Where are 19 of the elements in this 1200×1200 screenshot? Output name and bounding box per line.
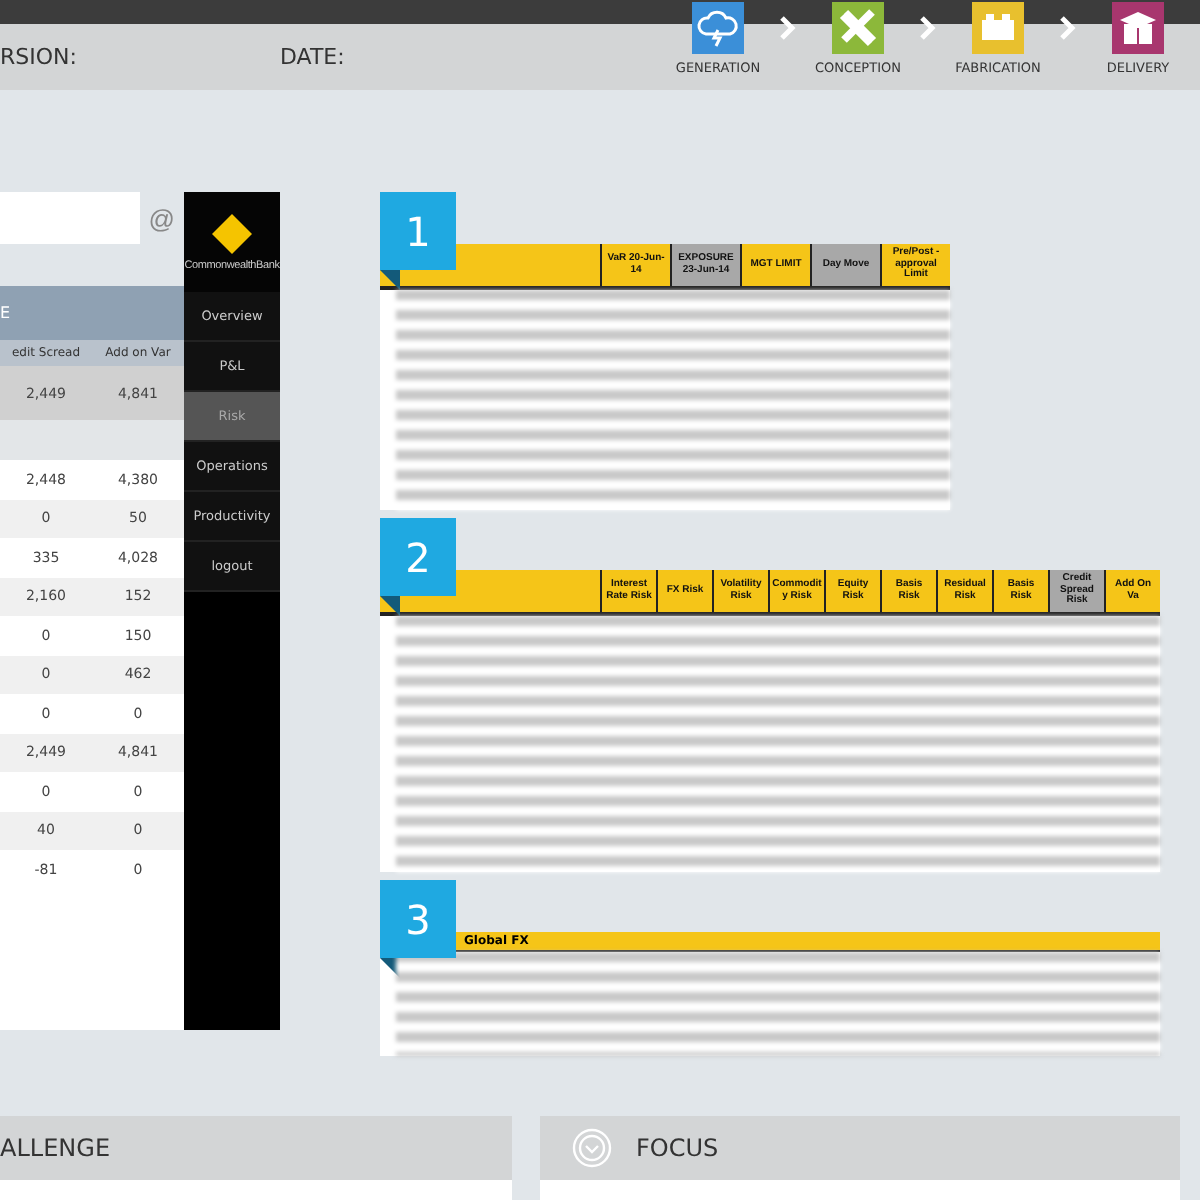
date-label: DATE: xyxy=(280,44,345,70)
search-field[interactable] xyxy=(0,192,140,244)
card-title: ALLENGE xyxy=(0,1134,111,1162)
target-icon xyxy=(572,1128,612,1168)
chevron-icon xyxy=(1060,16,1076,40)
blocks-icon[interactable] xyxy=(972,2,1024,54)
number-badge: 3 xyxy=(380,880,456,958)
card-title: FOCUS xyxy=(636,1134,719,1162)
diamond-logo-icon xyxy=(212,213,252,253)
chevron-icon xyxy=(780,16,796,40)
number-badge: 2 xyxy=(380,518,456,596)
corner-fold-icon xyxy=(380,596,400,616)
cloud-lightning-icon[interactable] xyxy=(692,2,744,54)
corner-fold-icon xyxy=(380,958,400,978)
version-label: RSION: xyxy=(0,44,79,70)
table-title: E xyxy=(0,304,11,322)
chevron-icon xyxy=(920,16,936,40)
number-badge: 1 xyxy=(380,192,456,270)
corner-fold-icon xyxy=(380,270,400,290)
